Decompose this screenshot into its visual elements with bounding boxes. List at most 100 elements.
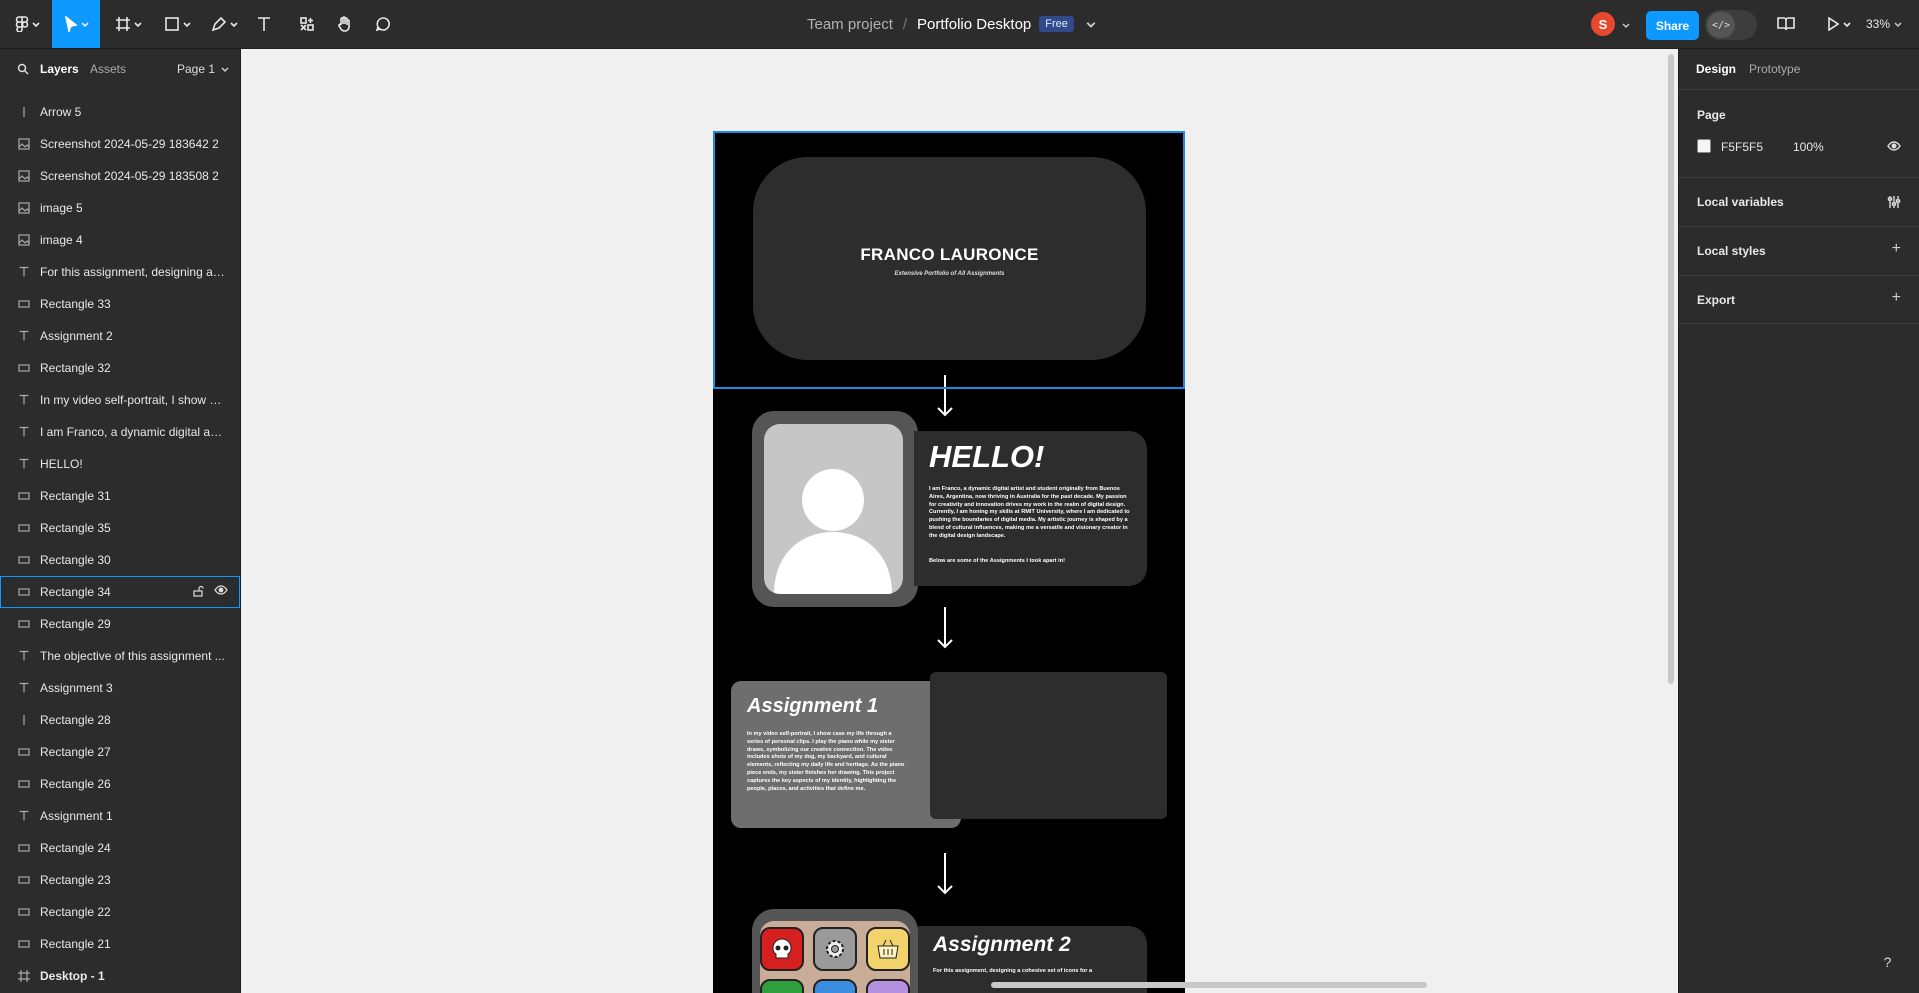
horizontal-scrollbar[interactable]	[991, 982, 1427, 988]
hello-title[interactable]: HELLO!	[929, 439, 1044, 475]
vertical-scrollbar[interactable]	[1668, 54, 1674, 684]
layer-row[interactable]: Rectangle 23	[0, 864, 240, 896]
rect-icon	[18, 522, 30, 534]
arrow-down-icon[interactable]	[937, 607, 953, 649]
chevron-down-icon	[221, 67, 229, 73]
layer-row[interactable]: Assignment 1	[0, 800, 240, 832]
main-menu-button[interactable]	[10, 0, 44, 48]
portrait-frame[interactable]	[752, 411, 918, 607]
layer-row[interactable]: Rectangle 24	[0, 832, 240, 864]
layer-row[interactable]: Rectangle 29	[0, 608, 240, 640]
text-tool-button[interactable]	[252, 0, 276, 48]
add-style-icon[interactable]: +	[1892, 240, 1901, 258]
dev-mode-toggle[interactable]: </>	[1705, 10, 1757, 40]
chevron-down-icon[interactable]	[1622, 21, 1630, 29]
layer-row[interactable]: Screenshot 2024-05-29 183642 2	[0, 128, 240, 160]
pen-tool-button[interactable]	[207, 0, 241, 48]
variables-settings-icon[interactable]	[1887, 195, 1901, 209]
library-button[interactable]	[1774, 0, 1798, 48]
hello-note[interactable]: Below are some of the Assignments I took…	[929, 558, 1065, 564]
green-app-icon	[760, 979, 804, 993]
eye-icon[interactable]	[214, 585, 228, 595]
layer-row[interactable]: Rectangle 31	[0, 480, 240, 512]
chevron-down-icon	[1894, 22, 1902, 28]
eye-icon[interactable]	[1887, 141, 1901, 151]
layer-row[interactable]: Arrow 5	[0, 96, 240, 128]
layer-row[interactable]: Rectangle 32	[0, 352, 240, 384]
layer-row[interactable]: Desktop - 1	[0, 960, 240, 992]
page-opacity[interactable]: 100%	[1793, 140, 1824, 154]
layer-row[interactable]: I am Franco, a dynamic digital arti...	[0, 416, 240, 448]
tab-assets[interactable]: Assets	[90, 62, 126, 76]
selection-outline	[713, 131, 1185, 389]
layer-row[interactable]: Assignment 2	[0, 320, 240, 352]
layer-row[interactable]: Rectangle 33	[0, 288, 240, 320]
hand-tool-button[interactable]	[332, 0, 356, 48]
comment-tool-button[interactable]	[371, 0, 395, 48]
shape-tool-button[interactable]	[160, 0, 194, 48]
page-select[interactable]: Page 1	[177, 62, 229, 76]
arrow-down-icon[interactable]	[937, 853, 953, 895]
user-avatar[interactable]: S	[1591, 12, 1615, 36]
tab-layers[interactable]: Layers	[40, 62, 79, 76]
local-variables-section[interactable]: Local variables	[1679, 177, 1919, 226]
layers-panel: Layers Assets Page 1 Arrow 5 Screenshot 2…	[0, 49, 241, 993]
add-export-icon[interactable]: +	[1892, 289, 1901, 307]
portrait-placeholder[interactable]	[764, 424, 903, 594]
layer-row[interactable]: Rectangle 27	[0, 736, 240, 768]
text-icon	[18, 810, 30, 822]
assignment-2-image[interactable]	[760, 921, 910, 993]
page-color-hex[interactable]: F5F5F5	[1721, 140, 1763, 154]
tab-design[interactable]: Design	[1696, 62, 1736, 76]
layer-row[interactable]: For this assignment, designing a c...	[0, 256, 240, 288]
layer-row[interactable]: Rectangle 28	[0, 704, 240, 736]
rect-icon	[18, 842, 30, 854]
play-icon	[1827, 17, 1839, 31]
move-tool-button[interactable]	[52, 0, 100, 48]
layer-row[interactable]: Rectangle 35	[0, 512, 240, 544]
assignment-1-title[interactable]: Assignment 1	[747, 695, 878, 718]
file-menu-chevron-icon[interactable]	[1086, 19, 1096, 29]
zoom-control[interactable]: 33%	[1866, 0, 1902, 48]
layer-row[interactable]: The objective of this assignment ...	[0, 640, 240, 672]
tab-prototype[interactable]: Prototype	[1749, 62, 1800, 76]
search-icon[interactable]	[17, 63, 29, 75]
assignment-2-image-frame[interactable]	[752, 909, 918, 993]
assignment-2-title[interactable]: Assignment 2	[933, 933, 1071, 957]
layer-row[interactable]: Rectangle 34	[0, 576, 240, 608]
hand-icon	[338, 16, 350, 32]
figma-logo-icon	[15, 16, 28, 32]
assignment-1-media[interactable]	[930, 672, 1167, 819]
layer-row[interactable]: Assignment 3	[0, 672, 240, 704]
team-name[interactable]: Team project	[807, 16, 893, 33]
share-button[interactable]: Share	[1646, 11, 1699, 40]
local-styles-section[interactable]: Local styles +	[1679, 226, 1919, 275]
layer-row[interactable]: Rectangle 21	[0, 928, 240, 960]
text-icon	[258, 17, 270, 31]
layer-row[interactable]: Rectangle 30	[0, 544, 240, 576]
design-canvas[interactable]: FRANCO LAURONCE Extensive Portfolio of A…	[241, 49, 1678, 993]
assignment-1-card[interactable]: Assignment 1 In my video self-portrait, …	[731, 681, 961, 828]
page-color-swatch[interactable]	[1697, 139, 1711, 153]
assignment-2-body[interactable]: For this assignment, designing a cohesiv…	[933, 968, 1138, 974]
layer-name: Rectangle 30	[40, 553, 111, 567]
file-name[interactable]: Portfolio Desktop	[917, 16, 1031, 33]
resources-button[interactable]	[295, 0, 319, 48]
text-icon	[18, 330, 30, 342]
hello-card[interactable]: HELLO! I am Franco, a dynamic digital ar…	[914, 431, 1147, 586]
unlock-icon[interactable]	[193, 585, 204, 597]
present-button[interactable]	[1821, 0, 1855, 48]
layer-name: The objective of this assignment ...	[40, 649, 225, 663]
layer-row[interactable]: In my video self-portrait, I show c...	[0, 384, 240, 416]
layer-row[interactable]: Rectangle 22	[0, 896, 240, 928]
layer-row[interactable]: image 5	[0, 192, 240, 224]
assignment-1-body[interactable]: In my video self-portrait, I show case m…	[747, 731, 907, 793]
layer-row[interactable]: Screenshot 2024-05-29 183508 2	[0, 160, 240, 192]
export-section[interactable]: Export +	[1679, 275, 1919, 324]
help-button[interactable]: ?	[1873, 947, 1902, 976]
frame-tool-button[interactable]	[110, 0, 146, 48]
layer-row[interactable]: HELLO!	[0, 448, 240, 480]
layer-row[interactable]: Rectangle 26	[0, 768, 240, 800]
hello-body[interactable]: I am Franco, a dynamic digital artist an…	[929, 486, 1134, 541]
layer-row[interactable]: image 4	[0, 224, 240, 256]
